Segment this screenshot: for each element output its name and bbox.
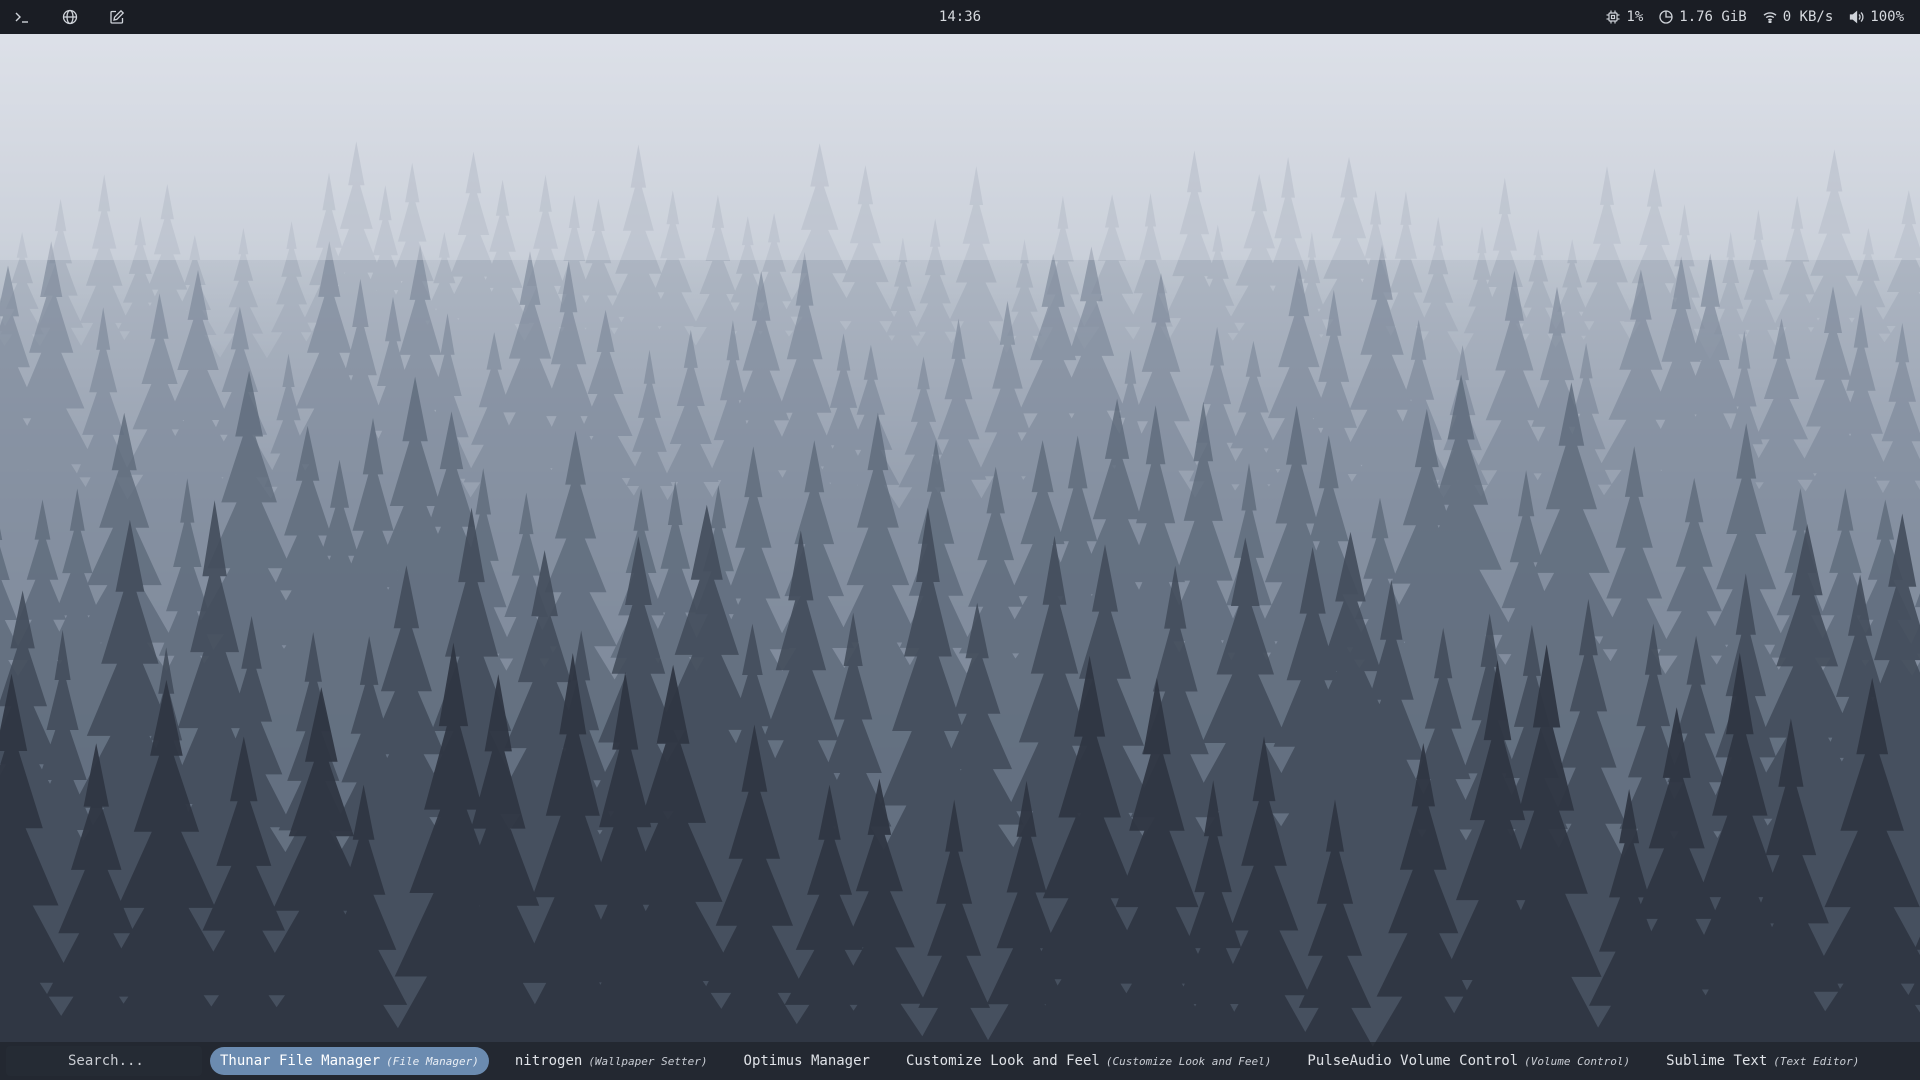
cpu-icon [1606,10,1620,24]
cpu-value: 1% [1626,9,1644,25]
memory-value: 1.76 GiB [1679,9,1747,25]
launcher-result-item[interactable]: nitrogen (Wallpaper Setter) [505,1047,718,1075]
wallpaper-image [0,0,1920,1080]
result-name: Customize Look and Feel [905,1053,1100,1069]
desktop: 14:36 1% 1.76 GiB 0 KB/s 100% Search... … [0,0,1920,1080]
edit-icon[interactable] [107,7,127,27]
launcher-result-item[interactable]: Sublime Text (Text Editor) [1656,1047,1869,1075]
result-generic: (Wallpaper Setter) [588,1055,708,1068]
app-launcher-bar: Thunar File Manager (File Manager) nitrog… [0,1042,1920,1080]
memory-indicator[interactable]: 1.76 GiB [1659,9,1747,25]
search-input[interactable] [6,1046,202,1076]
launcher-results: Thunar File Manager (File Manager) nitrog… [210,1047,1869,1075]
result-name: PulseAudio Volume Control [1307,1053,1519,1069]
result-generic: (File Manager) [386,1055,479,1068]
launcher-result-item[interactable]: Optimus Manager [734,1047,880,1075]
cpu-indicator[interactable]: 1% [1606,9,1643,25]
terminal-icon[interactable] [12,7,32,27]
volume-icon [1850,10,1864,24]
result-name: Optimus Manager [743,1053,870,1069]
result-name: Sublime Text [1666,1053,1768,1069]
result-name: Thunar File Manager [220,1053,381,1069]
globe-icon[interactable] [60,7,80,27]
result-generic: (Customize Look and Feel) [1105,1055,1272,1068]
forest-silhouettes [0,0,1920,1080]
launcher-result-item[interactable]: Customize Look and Feel (Customize Look a… [896,1047,1281,1075]
volume-value: 100% [1870,9,1904,25]
top-panel: 14:36 1% 1.76 GiB 0 KB/s 100% [0,0,1920,34]
result-generic: (Volume Control) [1524,1055,1631,1068]
memory-icon [1659,10,1673,24]
launcher-result-item[interactable]: Thunar File Manager (File Manager) [210,1047,489,1075]
wifi-icon [1763,12,1777,23]
network-indicator[interactable]: 0 KB/s [1763,9,1834,25]
volume-indicator[interactable]: 100% [1849,9,1904,25]
network-value: 0 KB/s [1782,9,1834,25]
status-tray: 1% 1.76 GiB 0 KB/s 100% [1606,0,1904,34]
result-name: nitrogen [514,1053,583,1069]
launcher-result-item[interactable]: PulseAudio Volume Control (Volume Control… [1297,1047,1640,1075]
clock[interactable]: 14:36 [939,9,981,25]
result-generic: (Text Editor) [1773,1055,1860,1068]
